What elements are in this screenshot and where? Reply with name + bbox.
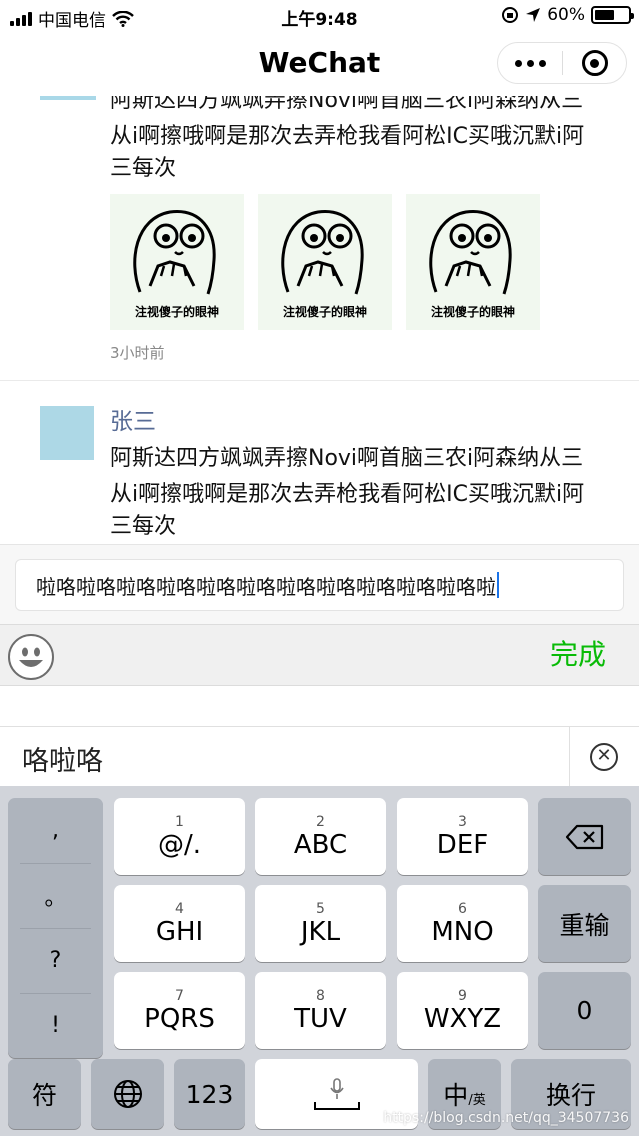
key-0[interactable]: 0 (538, 972, 631, 1049)
post-user-name[interactable]: 张三 (110, 402, 156, 436)
post-image[interactable]: 注视傻子的眼神 (110, 194, 244, 330)
battery-icon (591, 6, 634, 24)
ime-candidate[interactable]: 咯啦咯 (22, 739, 103, 778)
post-text-line: 阿斯达四方飒飒弄擦Novi啊首脑三农i阿森纳从三 (110, 446, 584, 471)
comment-input-value: 啦咯啦咯啦咯啦咯啦咯啦咯啦咯啦咯啦咯啦咯啦咯啦 (36, 574, 496, 599)
close-icon: ✕ (596, 745, 612, 766)
retype-key[interactable]: 重输 (538, 885, 631, 962)
avatar[interactable] (40, 96, 96, 100)
done-button[interactable]: 完成 (550, 633, 606, 673)
key-6[interactable]: 6 MNO (397, 885, 528, 962)
post-text-line: 阿斯达四方飒飒弄擦Novi啊首脑三农i阿森纳从三 (110, 96, 584, 113)
punctuation-key[interactable]: , (8, 798, 103, 863)
punctuation-list[interactable]: , 。 ? ! (8, 798, 103, 1058)
ime-candidate-bar: 咯啦咯 ✕ (0, 726, 639, 787)
comment-input[interactable]: 啦咯啦咯啦咯啦咯啦咯啦咯啦咯啦咯啦咯啦咯啦咯啦 (15, 559, 624, 611)
location-arrow-icon (526, 8, 541, 22)
feed-list[interactable]: 阿斯达四方飒飒弄擦Novi啊首脑三农i阿森纳从三 从i啊擦哦啊是那次去弄枪我看阿… (0, 96, 639, 544)
target-icon (581, 50, 608, 76)
image-caption: 注视傻子的眼神 (430, 305, 515, 319)
space-bar-icon (313, 1102, 360, 1110)
post-divider (0, 380, 639, 381)
backspace-key[interactable] (538, 798, 631, 875)
close-mini-program-button[interactable] (563, 50, 626, 76)
text-caret (497, 572, 499, 598)
clear-candidate-button[interactable]: ✕ (590, 743, 618, 771)
globe-key[interactable] (91, 1059, 164, 1129)
more-menu-button[interactable] (498, 59, 562, 67)
microphone-icon (329, 1078, 344, 1099)
battery-percent: 60% (547, 5, 585, 25)
status-bar: 中国电信 上午9:48 60% (0, 0, 639, 32)
image-caption: 注视傻子的眼神 (134, 305, 219, 319)
key-7[interactable]: 7 PQRS (114, 972, 245, 1049)
key-8[interactable]: 8 TUV (255, 972, 386, 1049)
watermark: https://blog.csdn.net/qq_34507736 (383, 1110, 629, 1126)
comment-toolbar: 完成 (0, 624, 639, 686)
mini-program-capsule (497, 42, 627, 84)
smiley-icon (19, 647, 43, 667)
symbol-key[interactable]: 符 (8, 1059, 81, 1129)
post-text-line: 从i啊擦哦啊是那次去弄枪我看阿松IC买哦沉默i阿 (110, 124, 585, 149)
emoji-button[interactable] (8, 634, 54, 680)
post-text-line: 从i啊擦哦啊是那次去弄枪我看阿松IC买哦沉默i阿 (110, 482, 585, 507)
post-text-line: 三每次 (110, 156, 177, 181)
numbers-key[interactable]: 123 (174, 1059, 245, 1129)
globe-icon (113, 1080, 142, 1108)
image-caption: 注视傻子的眼神 (282, 305, 367, 319)
key-4[interactable]: 4 GHI (114, 885, 245, 962)
punctuation-key[interactable]: ! (8, 993, 103, 1058)
post-text-line: 三每次 (110, 514, 177, 539)
punctuation-key[interactable]: ? (8, 928, 103, 993)
orientation-lock-icon (502, 7, 519, 23)
backspace-icon (565, 824, 603, 849)
spacer (0, 686, 639, 726)
navigation-bar: WeChat (0, 32, 639, 96)
doodle-face-image (281, 210, 364, 295)
doodle-face-image (133, 210, 216, 295)
key-5[interactable]: 5 JKL (255, 885, 386, 962)
key-1[interactable]: 1 @/. (114, 798, 245, 875)
key-9[interactable]: 9 WXYZ (397, 972, 528, 1049)
doodle-face-image (429, 210, 512, 295)
key-3[interactable]: 3 DEF (397, 798, 528, 875)
post-timestamp: 3小时前 (110, 344, 165, 362)
post-image[interactable]: 注视傻子的眼神 (258, 194, 392, 330)
punctuation-key[interactable]: 。 (8, 863, 103, 928)
avatar[interactable] (40, 406, 94, 460)
post-image[interactable]: 注视傻子的眼神 (406, 194, 540, 330)
ime-keyboard: , 。 ? ! 1 @/. 2 ABC 3 DEF 4 GHI 5 JKL 6 … (0, 786, 639, 1136)
comment-input-area: 啦咯啦咯啦咯啦咯啦咯啦咯啦咯啦咯啦咯啦咯啦咯啦 (0, 544, 639, 624)
key-2[interactable]: 2 ABC (255, 798, 386, 875)
